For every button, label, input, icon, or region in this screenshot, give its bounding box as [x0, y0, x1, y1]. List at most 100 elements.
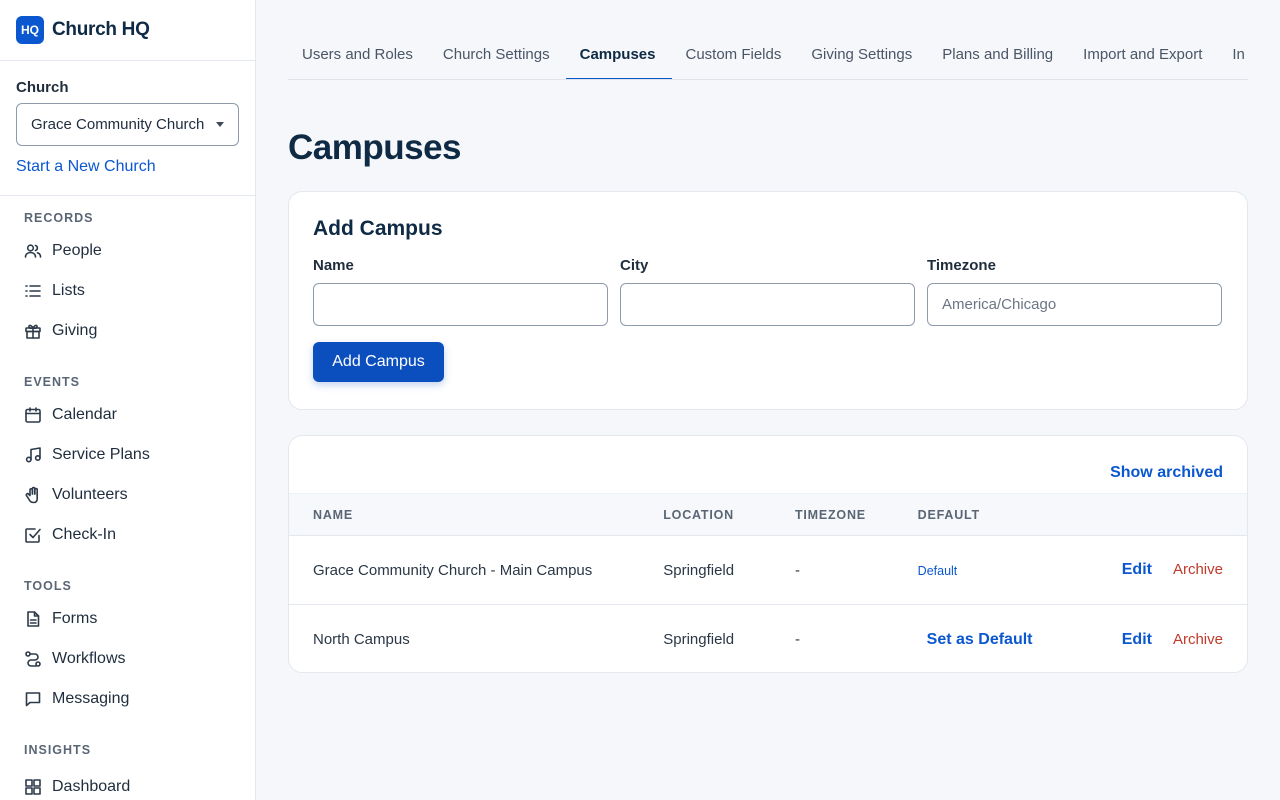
- sidebar-item-label: Lists: [52, 282, 85, 299]
- tab-giving-settings[interactable]: Giving Settings: [797, 0, 928, 79]
- campus-list-card: Show archived NAME LOCATION TIMEZONE DEF…: [288, 435, 1248, 673]
- sidebar-item-volunteers[interactable]: Volunteers: [24, 475, 255, 515]
- add-campus-card: Add Campus Name City Timezone Add Campus: [288, 191, 1248, 410]
- tab-plans-and-billing[interactable]: Plans and Billing: [928, 0, 1069, 79]
- nav-heading: TOOLS: [24, 579, 72, 593]
- name-field-group: Name: [313, 257, 608, 326]
- sidebar-item-workflows[interactable]: Workflows: [24, 639, 255, 679]
- sidebar-nav: RECORDS People Lists Giving EVENTS Calen…: [0, 196, 255, 800]
- church-select[interactable]: Grace Community Church - Main Campus: [16, 103, 239, 146]
- city-field-group: City: [620, 257, 915, 326]
- column-header-timezone: TIMEZONE: [794, 507, 866, 522]
- add-campus-button[interactable]: Add Campus: [313, 342, 444, 382]
- sidebar-item-label: Service Plans: [52, 446, 150, 463]
- people-icon: [24, 242, 42, 260]
- nav-section-insights: INSIGHTS Dashboard: [0, 719, 255, 800]
- show-archived-link[interactable]: Show archived: [1110, 464, 1223, 482]
- sidebar-item-giving[interactable]: Giving: [24, 311, 255, 351]
- campus-name-cell: North Campus: [313, 631, 410, 648]
- sidebar-item-dashboard[interactable]: Dashboard: [24, 767, 255, 800]
- default-cell: Default: [918, 562, 1098, 579]
- sidebar-item-calendar[interactable]: Calendar: [24, 395, 255, 435]
- calendar-icon: [24, 406, 42, 424]
- brand[interactable]: HQ Church HQ: [0, 0, 255, 61]
- add-campus-title: Add Campus: [313, 217, 443, 240]
- default-badge: Default: [917, 563, 958, 578]
- church-picker-block: Church Grace Community Church - Main Cam…: [0, 61, 255, 196]
- edit-campus-button[interactable]: Edit: [1122, 631, 1152, 649]
- dashboard-icon: [24, 778, 42, 796]
- app-logo: HQ: [16, 16, 44, 44]
- name-label: Name: [313, 257, 354, 274]
- message-icon: [24, 690, 42, 708]
- sidebar-item-label: Workflows: [52, 650, 126, 667]
- church-select-value: Grace Community Church - Main Campus: [31, 116, 207, 133]
- sidebar-item-label: Volunteers: [52, 486, 128, 503]
- column-header-default: DEFAULT: [917, 507, 980, 522]
- tab-import-and-export[interactable]: Import and Export: [1069, 0, 1218, 79]
- chevron-down-icon: [216, 122, 224, 127]
- archive-campus-button[interactable]: Archive: [1173, 631, 1223, 649]
- column-header-name: NAME: [313, 507, 354, 522]
- campus-name-cell: Grace Community Church - Main Campus: [313, 561, 593, 579]
- checkbox-icon: [24, 526, 42, 544]
- tab-custom-fields[interactable]: Custom Fields: [672, 0, 798, 79]
- campus-timezone-input[interactable]: [927, 283, 1222, 326]
- tab-users-and-roles[interactable]: Users and Roles: [288, 0, 429, 79]
- list-toolbar: Show archived: [289, 436, 1247, 493]
- campus-timezone-cell: -: [794, 631, 800, 648]
- default-cell: Set as Default: [918, 631, 1098, 649]
- table-row: Grace Community Church - Main Campus Spr…: [289, 536, 1247, 605]
- add-campus-form: Name City Timezone: [313, 257, 1223, 326]
- start-new-church-link[interactable]: Start a New Church: [16, 158, 239, 176]
- sidebar-item-label: Forms: [52, 610, 98, 627]
- tab-church-settings[interactable]: Church Settings: [429, 0, 566, 79]
- sidebar-item-lists[interactable]: Lists: [24, 271, 255, 311]
- sidebar-item-label: Giving: [52, 322, 98, 339]
- document-icon: [24, 610, 42, 628]
- sidebar-item-label: Check-In: [52, 526, 117, 543]
- column-header-location: LOCATION: [663, 507, 734, 522]
- timezone-field-group: Timezone: [927, 257, 1222, 326]
- nav-heading: EVENTS: [24, 375, 81, 389]
- nav-section-events: EVENTS Calendar Service Plans Volunteers…: [0, 351, 255, 555]
- table-row: North Campus Springfield - Set as Defaul…: [289, 605, 1247, 672]
- sidebar-item-forms[interactable]: Forms: [24, 599, 255, 639]
- campus-timezone-cell: -: [794, 561, 800, 579]
- row-actions: Edit Archive: [1097, 631, 1247, 649]
- main-content: Users and Roles Church Settings Campuses…: [288, 0, 1248, 673]
- church-label: Church: [16, 79, 69, 96]
- sidebar-item-label: Dashboard: [52, 778, 131, 795]
- hand-icon: [24, 486, 42, 504]
- tab-overflow[interactable]: In: [1218, 0, 1248, 79]
- list-icon: [24, 282, 42, 300]
- archive-campus-button[interactable]: Archive: [1173, 561, 1223, 579]
- nav-heading: RECORDS: [24, 211, 94, 225]
- campus-city-input[interactable]: [620, 283, 915, 326]
- set-as-default-button[interactable]: Set as Default: [927, 631, 1033, 648]
- music-note-icon: [24, 446, 42, 464]
- sidebar-item-messaging[interactable]: Messaging: [24, 679, 255, 719]
- campus-name-input[interactable]: [313, 283, 608, 326]
- timezone-label: Timezone: [927, 257, 996, 274]
- tab-campuses[interactable]: Campuses: [565, 0, 672, 79]
- sidebar-item-check-in[interactable]: Check-In: [24, 515, 255, 555]
- table-header: NAME LOCATION TIMEZONE DEFAULT: [289, 493, 1247, 536]
- sidebar: HQ Church HQ Church Grace Community Chur…: [0, 0, 256, 800]
- sidebar-item-label: Messaging: [52, 690, 130, 707]
- city-label: City: [620, 257, 649, 274]
- workflow-icon: [24, 650, 42, 668]
- nav-section-records: RECORDS People Lists Giving: [0, 196, 255, 351]
- campus-location-cell: Springfield: [663, 631, 735, 648]
- settings-tabs: Users and Roles Church Settings Campuses…: [288, 0, 1248, 80]
- sidebar-item-people[interactable]: People: [24, 231, 255, 271]
- campus-location-cell: Springfield: [663, 561, 735, 579]
- page-title: Campuses: [288, 128, 462, 167]
- row-actions: Edit Archive: [1097, 561, 1247, 579]
- app-name: Church HQ: [52, 19, 150, 40]
- sidebar-item-service-plans[interactable]: Service Plans: [24, 435, 255, 475]
- nav-section-tools: TOOLS Forms Workflows Messaging: [0, 555, 255, 719]
- gift-icon: [24, 322, 42, 340]
- sidebar-item-label: Calendar: [52, 406, 117, 423]
- edit-campus-button[interactable]: Edit: [1122, 561, 1152, 579]
